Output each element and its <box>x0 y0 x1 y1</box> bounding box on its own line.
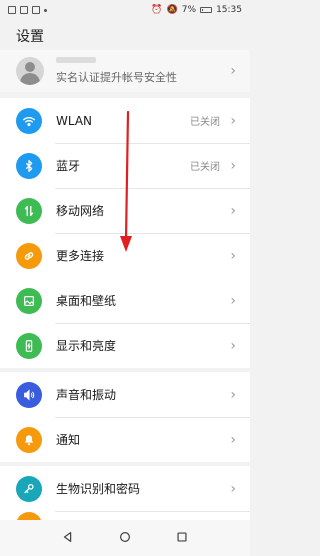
settings-item-sound-vibration[interactable]: 声音和振动 › <box>0 372 250 417</box>
status-notifications <box>8 6 47 14</box>
mobile-data-icon <box>16 197 42 224</box>
settings-item-label: 更多连接 <box>56 249 105 263</box>
avatar <box>16 57 44 85</box>
chevron-right-icon: › <box>230 63 236 79</box>
battery-icon <box>200 7 213 13</box>
settings-item-home-wallpaper[interactable]: 桌面和壁纸 › <box>0 278 250 323</box>
link-icon <box>16 242 42 269</box>
settings-item-label: WLAN <box>56 113 93 128</box>
alarm-icon: ⏰ <box>151 5 163 15</box>
settings-item-label: 移动网络 <box>56 204 105 218</box>
bluetooth-icon <box>16 152 42 179</box>
wallpaper-icon <box>16 287 42 314</box>
settings-item-status: 已关闭 <box>190 162 220 173</box>
settings-item-partial[interactable] <box>0 511 250 520</box>
settings-item-wlan[interactable]: WLAN 已关闭 › <box>0 98 250 143</box>
settings-item-label: 声音和振动 <box>56 388 117 402</box>
chevron-right-icon: › <box>230 247 236 264</box>
recents-icon[interactable] <box>175 529 189 548</box>
settings-item-label: 生物识别和密码 <box>56 482 141 496</box>
bell-icon <box>16 426 42 453</box>
chevron-right-icon: › <box>230 202 236 219</box>
chevron-right-icon: › <box>230 386 236 403</box>
mute-icon: 🔕 <box>166 5 178 15</box>
display-icon <box>16 332 42 359</box>
chevron-right-icon: › <box>230 431 236 448</box>
volume-icon <box>16 381 42 408</box>
chevron-right-icon: › <box>230 480 236 497</box>
settings-item-bluetooth[interactable]: 蓝牙 已关闭 › <box>0 143 250 188</box>
settings-item-biometrics-password[interactable]: 生物识别和密码 › <box>0 466 250 511</box>
status-system: ⏰ 🔕 7% 15:35 <box>151 5 242 15</box>
chevron-right-icon: › <box>230 337 236 354</box>
chevron-right-icon: › <box>230 292 236 309</box>
status-bar: ⏰ 🔕 7% 15:35 <box>0 0 250 20</box>
navigation-bar <box>0 520 250 556</box>
chevron-right-icon: › <box>230 112 236 129</box>
settings-item-notifications[interactable]: 通知 › <box>0 417 250 462</box>
clock: 15:35 <box>216 5 242 15</box>
more-notifications-icon <box>44 8 47 12</box>
settings-group-connectivity: WLAN 已关闭 › 蓝牙 已关闭 › 移动网络 › 更多连接 › <box>0 98 250 278</box>
notification-icon <box>8 6 16 14</box>
partial-item-icon <box>16 511 42 520</box>
wifi-icon <box>16 107 42 134</box>
home-icon[interactable] <box>118 529 132 548</box>
back-icon[interactable] <box>61 529 75 548</box>
settings-item-label: 显示和亮度 <box>56 339 117 353</box>
settings-item-label: 桌面和壁纸 <box>56 294 117 308</box>
settings-item-more-connections[interactable]: 更多连接 › <box>0 233 250 278</box>
settings-item-mobile-network[interactable]: 移动网络 › <box>0 188 250 233</box>
notification-icon <box>32 6 40 14</box>
account-row[interactable]: 实名认证提升帐号安全性 › <box>0 50 250 92</box>
battery-percent: 7% <box>181 5 197 15</box>
settings-item-label: 通知 <box>56 433 81 447</box>
chevron-right-icon: › <box>230 157 236 174</box>
settings-item-status: 已关闭 <box>190 117 220 128</box>
settings-item-display-brightness[interactable]: 显示和亮度 › <box>0 323 250 368</box>
settings-group-display: 桌面和壁纸 › 显示和亮度 › <box>0 278 250 368</box>
settings-group-sound: 声音和振动 › 通知 › <box>0 372 250 462</box>
settings-item-label: 蓝牙 <box>56 159 81 173</box>
notification-icon <box>20 6 28 14</box>
settings-group-security: 生物识别和密码 › <box>0 466 250 520</box>
key-icon <box>16 475 42 502</box>
account-name-redacted <box>56 57 96 63</box>
account-subtitle: 实名认证提升帐号安全性 <box>56 71 177 84</box>
page-title: 设置 <box>16 29 44 45</box>
